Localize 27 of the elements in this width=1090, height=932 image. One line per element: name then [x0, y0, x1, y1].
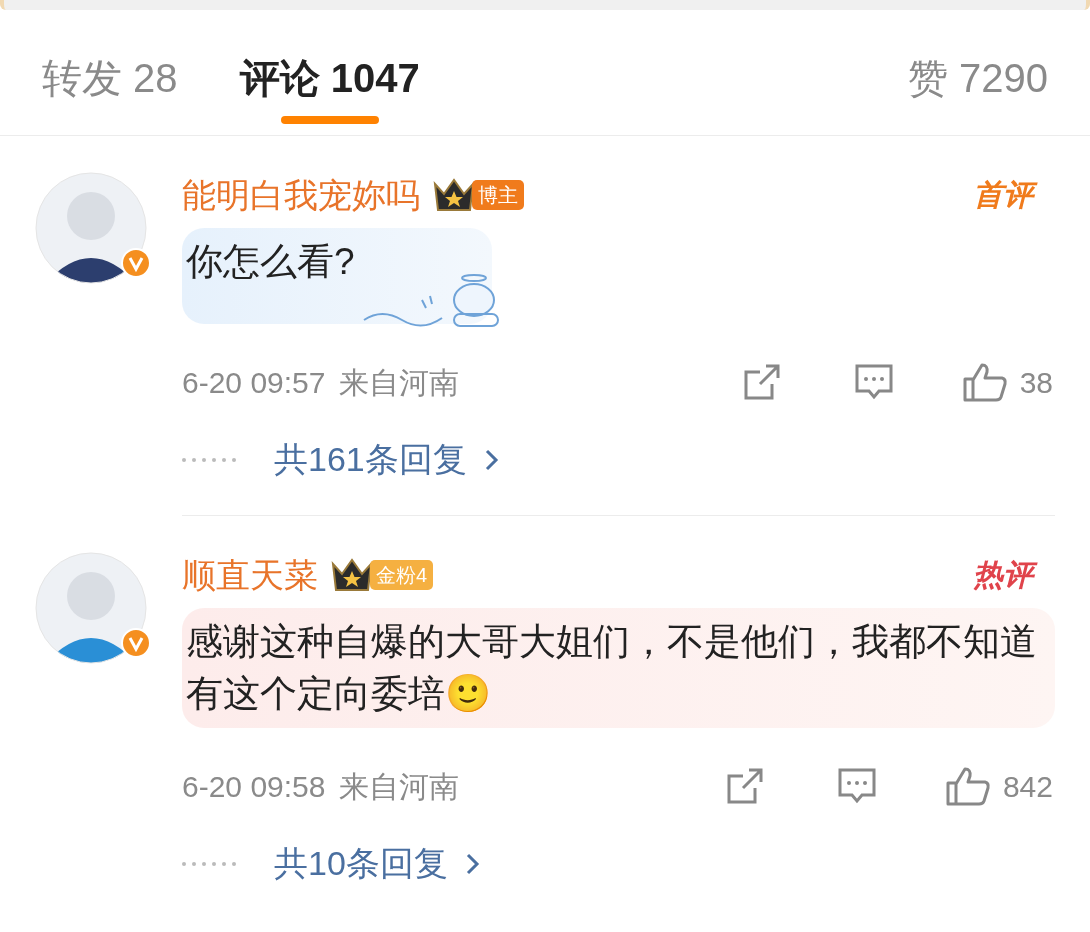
comment-text: 感谢这种自爆的大哥大姐们，不是他们，我都不知道有这个定向委培🙂 [186, 621, 1037, 714]
comment-tag: 首评 [969, 174, 1041, 216]
comment-icon[interactable] [853, 363, 894, 401]
comment-icon[interactable] [836, 767, 877, 805]
comment-location: 来自河南 [339, 364, 460, 401]
username[interactable]: 能明白我宠妳吗 [182, 169, 420, 221]
like-count: 842 [1002, 768, 1053, 805]
verified-icon [121, 248, 151, 278]
comment-time: 6-20 09:58 [182, 768, 326, 805]
replies-link[interactable]: 共161条回复 [274, 434, 499, 485]
fan-badge: 金粉4 [370, 560, 434, 590]
verified-icon [121, 628, 151, 658]
username[interactable]: 顺直天菜 [182, 549, 318, 601]
comment-tag: 热评 [969, 554, 1041, 596]
replies-link[interactable]: 共10条回复 [274, 838, 480, 889]
comment-time: 6-20 09:57 [182, 364, 326, 401]
comment-location: 来自河南 [339, 768, 460, 805]
chevron-right-icon [484, 448, 499, 471]
chevron-right-icon [465, 852, 480, 875]
tab[interactable]: 评论 1047 [239, 48, 420, 124]
like-icon[interactable] [944, 765, 991, 807]
comment-text: 你怎么看? [186, 241, 355, 282]
tab[interactable]: 赞 7290 [907, 48, 1048, 124]
fan-badge: 博主 [472, 180, 524, 210]
tab[interactable]: 转发 28 [42, 48, 178, 124]
like-count: 38 [1019, 364, 1053, 401]
like-icon[interactable] [961, 361, 1008, 403]
